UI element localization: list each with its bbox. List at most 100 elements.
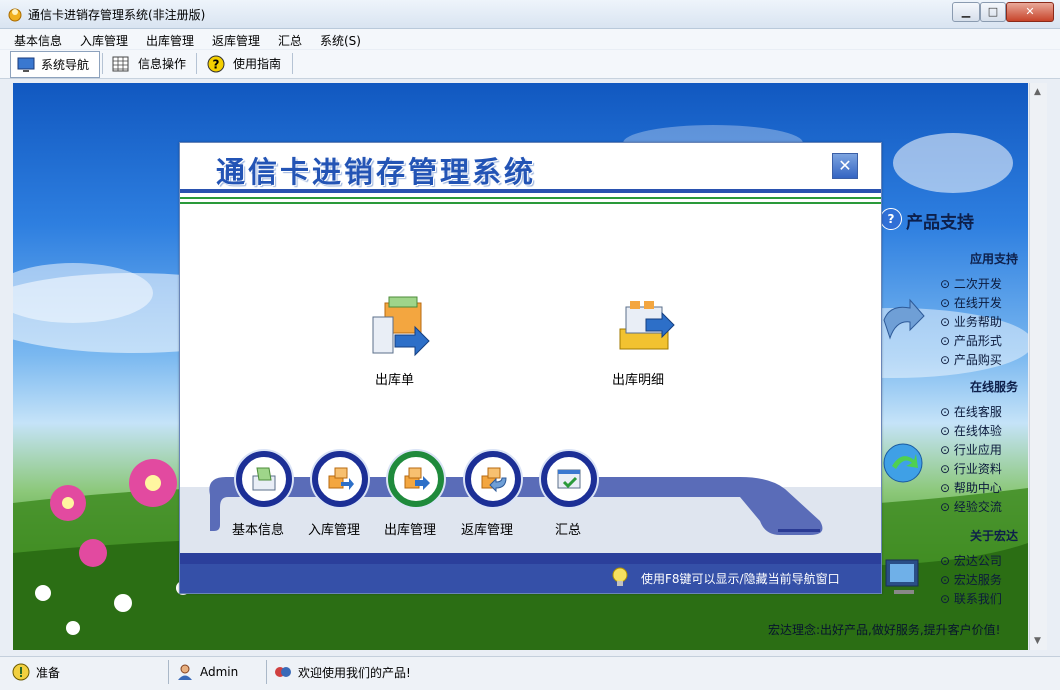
help-icon: ?: [207, 55, 225, 72]
title-underline: [180, 197, 881, 199]
welcome-icon: [275, 667, 291, 677]
section-title: 关于宏达: [970, 529, 1019, 543]
link-label: 在线开发: [953, 296, 1002, 310]
user-icon: [178, 664, 192, 680]
section-title: 在线服务: [970, 380, 1019, 394]
item-outbound-order[interactable]: 出库单: [365, 293, 435, 388]
window-title: 通信卡进销存管理系统(非注册版): [28, 8, 206, 22]
section-title: 应用支持: [970, 252, 1019, 266]
menu-stock-out[interactable]: 出库管理: [146, 32, 194, 49]
status-welcome: 欢迎使用我们的产品!: [274, 662, 411, 682]
link-label: 行业资料: [953, 462, 1002, 476]
basic-info-circle: [236, 451, 292, 507]
menu-bar: 基本信息 入库管理 出库管理 返库管理 汇总 系统(S): [0, 29, 1060, 49]
minimize-button[interactable]: ▁: [952, 2, 980, 22]
outbound-detail-icon: [619, 301, 675, 350]
close-button[interactable]: ✕: [1006, 2, 1054, 22]
status-divider: [168, 660, 169, 684]
link-label: 经验交流: [953, 500, 1002, 514]
link-help-center[interactable]: ⊙ 帮助中心: [940, 479, 1002, 498]
arrow-right-icon: [883, 298, 925, 340]
link-online-dev[interactable]: ⊙ 在线开发: [940, 294, 1002, 313]
nav-stock-return[interactable]: 返库管理: [457, 447, 537, 547]
scroll-up-arrow-icon[interactable]: ▲: [1034, 87, 1041, 97]
link-experience-exchange[interactable]: ⊙ 经验交流: [940, 498, 1002, 517]
title-underline: [180, 189, 881, 193]
tool-user-guide[interactable]: ? 使用指南: [203, 51, 289, 76]
stock-return-label: 返库管理: [461, 523, 514, 538]
hint-bar: 使用F8键可以显示/隐藏当前导航窗口: [180, 564, 881, 593]
link-label: 联系我们: [953, 592, 1002, 606]
menu-stock-in[interactable]: 入库管理: [80, 32, 128, 49]
outbound-detail-label: 出库明细: [612, 373, 665, 388]
link-online-trial[interactable]: ⊙ 在线体验: [940, 422, 1002, 441]
nav-basic-info[interactable]: 基本信息: [228, 447, 308, 547]
menu-system[interactable]: 系统(S): [320, 32, 361, 49]
tool-user-guide-label: 使用指南: [233, 57, 282, 71]
nav-close-button[interactable]: ✕: [832, 153, 858, 179]
status-ready: 准备: [12, 662, 60, 682]
nav-title: 通信卡进销存管理系统: [216, 155, 537, 189]
status-welcome-text: 欢迎使用我们的产品!: [298, 665, 411, 680]
basic-info-label: 基本信息: [232, 523, 285, 538]
summary-circle: [541, 451, 597, 507]
link-label: 业务帮助: [953, 315, 1002, 329]
svg-text:?: ?: [213, 57, 220, 71]
link-label: 行业应用: [953, 443, 1002, 457]
link-business-help[interactable]: ⊙ 业务帮助: [940, 313, 1002, 332]
link-label: 在线客服: [953, 405, 1002, 419]
globe-refresh-icon: [883, 443, 923, 483]
stock-out-label: 出库管理: [384, 523, 437, 538]
title-bar: 通信卡进销存管理系统(非注册版) ▁ □ ✕: [0, 0, 1060, 29]
navigation-window: 通信卡进销存管理系统 ✕ 出库单 出库明细 基本信息 入库管理 出库管理 返库管…: [179, 142, 882, 594]
status-info-icon: [12, 663, 30, 681]
tool-system-nav-label: 系统导航: [41, 58, 90, 72]
menu-basic-info[interactable]: 基本信息: [14, 32, 62, 49]
tool-system-nav[interactable]: 系统导航: [10, 51, 100, 78]
summary-label: 汇总: [555, 523, 582, 538]
status-ready-text: 准备: [36, 665, 61, 680]
app-icon: [8, 8, 22, 22]
lightbulb-icon: [612, 567, 628, 586]
tool-info-ops[interactable]: 信息操作: [108, 51, 192, 76]
item-outbound-detail[interactable]: 出库明细: [608, 293, 694, 388]
tool-info-ops-label: 信息操作: [138, 57, 187, 71]
support-heading: 产品支持: [906, 213, 974, 233]
menu-summary[interactable]: 汇总: [278, 32, 302, 49]
vertical-scrollbar[interactable]: ▲ ▼: [1029, 83, 1047, 650]
toolbar-divider: [102, 53, 103, 74]
link-hongda-company[interactable]: ⊙ 宏达公司: [940, 552, 1002, 571]
link-label: 帮助中心: [953, 481, 1002, 495]
stock-out-circle: [388, 451, 444, 507]
nav-summary[interactable]: 汇总: [533, 447, 613, 547]
hint-text: 使用F8键可以显示/隐藏当前导航窗口: [641, 572, 840, 586]
link-industry-app[interactable]: ⊙ 行业应用: [940, 441, 1002, 460]
menu-stock-return[interactable]: 返库管理: [212, 32, 260, 49]
status-user-text: Admin: [200, 665, 239, 679]
link-label: 宏达公司: [953, 554, 1002, 568]
link-hongda-service[interactable]: ⊙ 宏达服务: [940, 571, 1002, 590]
nav-stock-in[interactable]: 入库管理: [304, 447, 384, 547]
stock-out-icon: [404, 467, 430, 490]
company-slogan: 宏达理念:出好产品,做好服务,提升客户价值!: [768, 623, 1001, 637]
link-label: 在线体验: [953, 424, 1002, 438]
grid-icon: [112, 56, 129, 71]
link-product-purchase[interactable]: ⊙ 产品购买: [940, 351, 1002, 370]
nav-stock-out[interactable]: 出库管理: [380, 447, 460, 547]
link-online-service[interactable]: ⊙ 在线客服: [940, 403, 1002, 422]
toolbar: 系统导航 信息操作 ? 使用指南: [0, 50, 1060, 79]
link-secondary-dev[interactable]: ⊙ 二次开发: [940, 275, 1002, 294]
link-label: 产品形式: [953, 334, 1002, 348]
scroll-down-arrow-icon[interactable]: ▼: [1034, 636, 1041, 646]
link-contact-us[interactable]: ⊙ 联系我们: [940, 590, 1002, 609]
link-product-form[interactable]: ⊙ 产品形式: [940, 332, 1002, 351]
status-user: Admin: [176, 662, 238, 682]
support-question-icon: ?: [880, 208, 902, 230]
basic-info-icon: [252, 467, 276, 491]
stock-in-icon: [328, 467, 354, 490]
toolbar-divider: [292, 53, 293, 74]
maximize-button[interactable]: □: [980, 2, 1006, 22]
summary-icon: [557, 469, 581, 489]
status-bar: 准备 Admin 欢迎使用我们的产品!: [0, 656, 1060, 690]
link-industry-data[interactable]: ⊙ 行业资料: [940, 460, 1002, 479]
